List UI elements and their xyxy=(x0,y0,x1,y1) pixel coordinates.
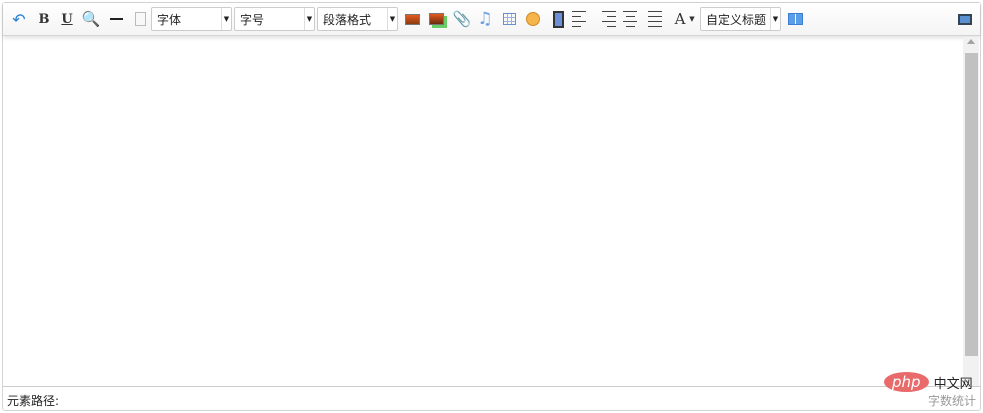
fullscreen-icon[interactable] xyxy=(955,9,975,29)
status-bar: 元素路径: 字数统计 xyxy=(3,386,980,410)
scrollbar-thumb[interactable] xyxy=(965,53,978,356)
rich-text-editor: ↶ B U 🔍 字体 ▼ 字号 ▼ 段落格式 ▼ 📎 ♫ A ▼ 自定义标题 ▼ 元素路… xyxy=(2,2,981,411)
size-select-label: 字号 xyxy=(240,12,265,27)
scroll-up-arrow-icon[interactable] xyxy=(967,39,975,44)
font-select-label: 字体 xyxy=(157,12,182,27)
align-center-icon[interactable] xyxy=(620,9,640,29)
chevron-down-icon: ▼ xyxy=(387,8,397,30)
chevron-down-icon: ▼ xyxy=(304,8,314,30)
watermark-text: 中文网 xyxy=(933,376,973,392)
vertical-scrollbar[interactable] xyxy=(963,37,979,386)
horizontal-rule-icon[interactable] xyxy=(106,9,126,29)
custom-title-label: 自定义标题 xyxy=(706,12,767,27)
page-break-icon[interactable] xyxy=(130,9,150,29)
video-icon[interactable] xyxy=(548,9,568,29)
toolbar: ↶ B U 🔍 字体 ▼ 字号 ▼ 段落格式 ▼ 📎 ♫ A ▼ 自定义标题 ▼ xyxy=(3,3,980,36)
undo-icon[interactable]: ↶ xyxy=(9,9,29,29)
word-count: 字数统计 xyxy=(927,394,976,408)
php-cn-watermark: php 中文网 xyxy=(884,372,973,392)
music-icon[interactable]: ♫ xyxy=(475,9,495,29)
font-size-select[interactable]: 字号 ▼ xyxy=(234,7,315,31)
chevron-down-icon: ▼ xyxy=(770,8,780,30)
chevron-down-icon: ▼ xyxy=(221,8,231,30)
align-left-icon[interactable] xyxy=(572,9,592,29)
multi-image-icon[interactable] xyxy=(426,9,446,29)
paragraph-select-label: 段落格式 xyxy=(323,12,372,27)
custom-title-select[interactable]: 自定义标题 ▼ xyxy=(700,7,781,31)
watermark-logo: php xyxy=(884,372,929,392)
emoji-icon[interactable] xyxy=(523,9,543,29)
chevron-down-icon[interactable]: ▼ xyxy=(687,9,697,29)
bold-button[interactable]: B xyxy=(34,9,54,29)
font-family-select[interactable]: 字体 ▼ xyxy=(151,7,232,31)
attachment-icon[interactable]: 📎 xyxy=(452,9,472,29)
editor-content-area[interactable] xyxy=(3,37,980,386)
element-path-label: 元素路径: xyxy=(7,394,60,408)
align-right-icon[interactable] xyxy=(596,9,616,29)
search-replace-icon[interactable]: 🔍 xyxy=(81,9,101,29)
paragraph-format-select[interactable]: 段落格式 ▼ xyxy=(317,7,398,31)
template-icon[interactable] xyxy=(785,9,805,29)
align-justify-icon[interactable] xyxy=(645,9,665,29)
image-icon[interactable] xyxy=(402,9,422,29)
underline-button[interactable]: U xyxy=(57,9,77,29)
table-icon[interactable] xyxy=(499,9,519,29)
